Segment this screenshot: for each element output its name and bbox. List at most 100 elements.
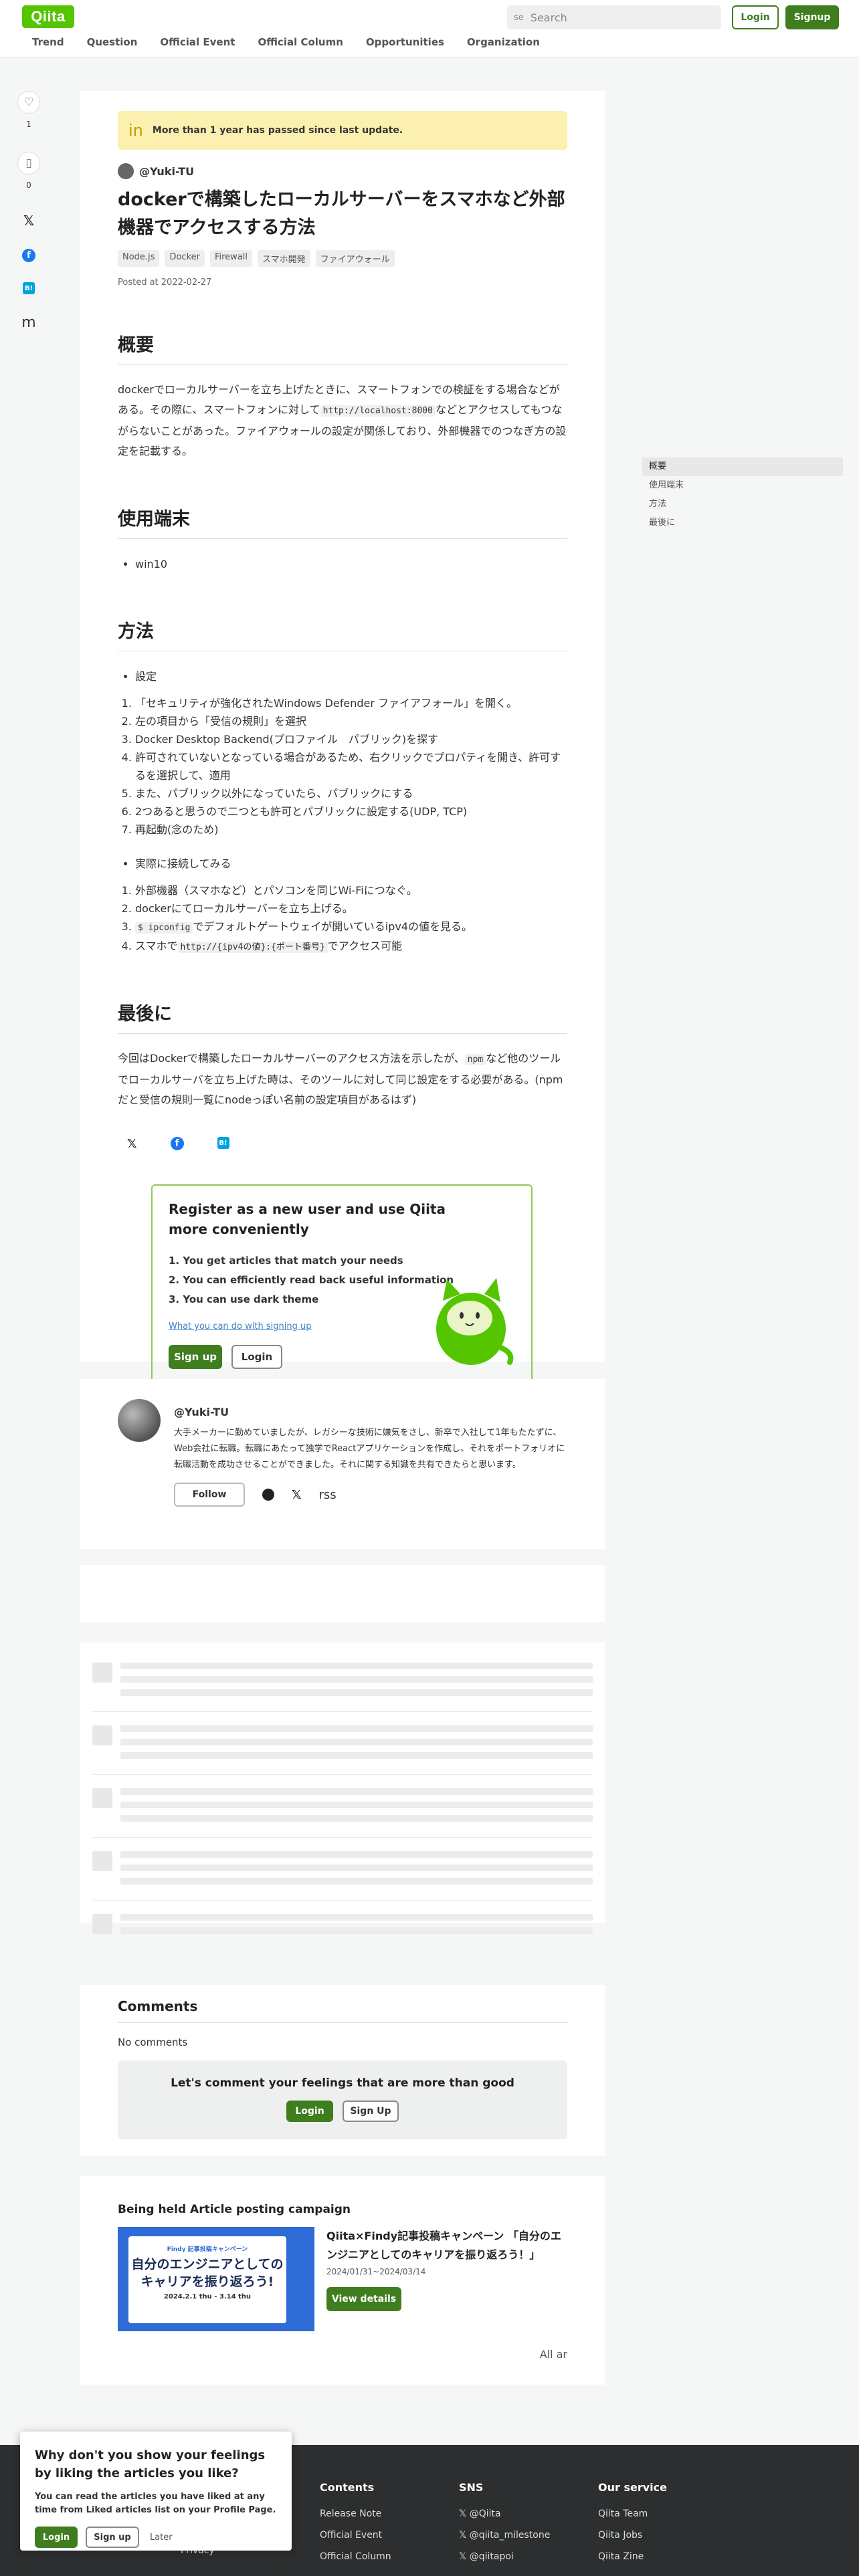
x-share-icon[interactable]: 𝕏 bbox=[127, 1137, 137, 1151]
steps-list: 外部機器（スマホなど）とパソコンを同じWi-Fiにつなぐ。 dockerにてロー… bbox=[118, 881, 567, 956]
footer-link[interactable]: 𝕏 @Qiita bbox=[459, 2503, 550, 2525]
footer-link[interactable]: 𝕏 @qiitapoi bbox=[459, 2546, 550, 2567]
hatena-share-icon[interactable]: B! bbox=[23, 282, 35, 294]
login-button[interactable]: Login bbox=[286, 2101, 333, 2122]
paragraph: 今回はDockerで構築したローカルサーバーのアクセス方法を示したが、 npm など… bbox=[118, 1052, 563, 1106]
x-share-icon[interactable]: 𝕏 bbox=[23, 213, 34, 229]
footer-heading: SNS bbox=[459, 2481, 484, 2494]
bullet-list: 実際に接続してみる bbox=[118, 855, 567, 873]
tag[interactable]: Firewall bbox=[209, 250, 253, 267]
follow-button[interactable]: Follow bbox=[174, 1483, 245, 1507]
list-item: Docker Desktop Backend(プロファイル パブリック)を探す bbox=[135, 730, 567, 748]
nav-opportunities[interactable]: Opportunities bbox=[366, 36, 444, 48]
list-item: 左の項目から「受信の規則」を選択 bbox=[135, 712, 567, 730]
footer-link[interactable]: Qiita Jobs bbox=[598, 2525, 667, 2546]
author-name[interactable]: @Yuki-TU bbox=[139, 165, 194, 178]
skeleton-row bbox=[92, 1851, 593, 1901]
login-button[interactable]: Login bbox=[732, 5, 779, 29]
search-placeholder: Search bbox=[530, 11, 567, 24]
steps-list: 「セキュリティが強化されたWindows Defender ファイアフォール」を… bbox=[118, 694, 567, 839]
hatena-share-icon[interactable]: B! bbox=[217, 1137, 229, 1149]
footer-link[interactable]: Qiita Team bbox=[598, 2503, 667, 2525]
list-item: 2つあると思うので二つとも許可とパブリックに設定する(UDP, TCP) bbox=[135, 802, 567, 821]
heart-icon: ♡ bbox=[23, 96, 34, 109]
list-item: 外部機器（スマホなど）とパソコンを同じWi-Fiにつなぐ。 bbox=[135, 881, 567, 899]
comments-section: Comments No comments Let's comment your … bbox=[80, 1985, 605, 2156]
skeleton-row bbox=[92, 1725, 593, 1775]
x-icon[interactable]: 𝕏 bbox=[292, 1488, 302, 1502]
tag[interactable]: Node.js bbox=[118, 250, 160, 267]
list-item: また、パブリック以外になっていたら、パブリックにする bbox=[135, 784, 567, 802]
section-heading: 方法 bbox=[118, 617, 567, 651]
later-button[interactable]: Later bbox=[150, 2533, 173, 2543]
avatar[interactable] bbox=[118, 1399, 161, 1442]
footer-link[interactable]: Official Column bbox=[320, 2546, 391, 2567]
tag[interactable]: スマホ開発 bbox=[258, 250, 310, 267]
campaign-title[interactable]: Qiita×Findy記事投稿キャンペーン 「自分のエンジニアとしてのキャリアを… bbox=[326, 2227, 567, 2264]
comments-title: Comments bbox=[118, 1998, 567, 2023]
signup-button[interactable]: Sign up bbox=[86, 2527, 139, 2548]
profile-name[interactable]: @Yuki-TU bbox=[174, 1406, 569, 1418]
list-item: 許可されていないとなっている場合があるため、右クリックでプロパティを開き、許可す… bbox=[135, 748, 567, 784]
popup-body: You can read the articles you have liked… bbox=[35, 2492, 276, 2515]
article: in More than 1 year has passed since las… bbox=[80, 91, 605, 1385]
tag[interactable]: Docker bbox=[165, 250, 205, 267]
comment-prompt-text: Let's comment your feelings that are mor… bbox=[171, 2076, 514, 2090]
toc-item[interactable]: 最後に bbox=[642, 514, 843, 532]
search-icon: se bbox=[514, 12, 524, 23]
tag[interactable]: ファイアウォール bbox=[315, 250, 395, 267]
footer-link[interactable]: Release Note bbox=[320, 2503, 391, 2525]
outdated-notice: in More than 1 year has passed since las… bbox=[118, 111, 567, 150]
list-item: スマホでhttp://{ipv4の値}:{ポート番号}でアクセス可能 bbox=[135, 937, 567, 956]
login-button[interactable]: Login bbox=[35, 2527, 78, 2548]
avatar bbox=[118, 163, 134, 179]
markdown-icon[interactable]: m bbox=[21, 314, 35, 331]
footer-heading: Our service bbox=[598, 2481, 667, 2494]
search-input[interactable]: se Search bbox=[507, 5, 721, 29]
toc-item[interactable]: 概要 bbox=[642, 457, 843, 476]
facebook-share-icon[interactable]: f bbox=[170, 1137, 184, 1150]
signup-button[interactable]: Signup bbox=[785, 5, 839, 29]
signup-button[interactable]: Sign Up bbox=[343, 2101, 399, 2122]
list-item: win10 bbox=[135, 555, 567, 574]
toc-item[interactable]: 方法 bbox=[642, 495, 843, 514]
qiita-logo[interactable]: Qiita bbox=[22, 5, 74, 28]
register-prompt: Register as a new user and use Qiita mor… bbox=[151, 1184, 533, 1385]
campaign-heading: Being held Article posting campaign bbox=[118, 2203, 351, 2216]
facebook-share-icon[interactable]: f bbox=[22, 249, 35, 262]
rss-icon[interactable]: rss bbox=[319, 1488, 337, 1502]
list-item: dockerにてローカルサーバーを立ち上げる。 bbox=[135, 899, 567, 918]
nav-trend[interactable]: Trend bbox=[32, 36, 64, 48]
nav-official-column[interactable]: Official Column bbox=[258, 36, 343, 48]
section-heading: 使用端末 bbox=[118, 504, 567, 539]
all-articles-link[interactable]: All ar bbox=[540, 2348, 567, 2361]
register-title: Register as a new user and use Qiita mor… bbox=[169, 1201, 446, 1237]
campaign-banner[interactable]: Findy 記事投稿キャンペーン 自分のエンジニアとしてのキャリアを振り返ろう!… bbox=[118, 2227, 314, 2331]
footer-link[interactable]: 𝕏 @qiita_milestone bbox=[459, 2525, 550, 2546]
x-icon: 𝕏 bbox=[459, 2551, 470, 2562]
footer-heading: Contents bbox=[320, 2481, 375, 2494]
nav-official-event[interactable]: Official Event bbox=[160, 36, 235, 48]
info-icon: in bbox=[128, 121, 143, 140]
x-icon: 𝕏 bbox=[459, 2508, 470, 2519]
footer-link[interactable]: Official Event bbox=[320, 2525, 391, 2546]
signup-button[interactable]: Sign up bbox=[169, 1345, 222, 1369]
footer-link[interactable]: Qiita Zine bbox=[598, 2546, 667, 2567]
article-title: dockerで構築したローカルサーバーをスマホなど外部機器でアクセスする方法 bbox=[118, 189, 565, 238]
nav-question[interactable]: Question bbox=[87, 36, 138, 48]
section-heading: 概要 bbox=[118, 330, 567, 365]
list-item: 再起動(念のため) bbox=[135, 821, 567, 839]
login-button[interactable]: Login bbox=[231, 1345, 282, 1369]
view-details-button[interactable]: View details bbox=[326, 2287, 401, 2311]
paragraph: dockerでローカルサーバーを立ち上げたときに、スマートフォンでの検証をする場… bbox=[118, 383, 567, 457]
tag-list: Node.js Docker Firewall スマホ開発 ファイアウォール bbox=[118, 250, 567, 267]
stock-button[interactable]: ▯ bbox=[17, 152, 40, 175]
github-icon[interactable] bbox=[262, 1489, 274, 1501]
list-item: 1. You get articles that match your need… bbox=[169, 1255, 403, 1267]
author[interactable]: @Yuki-TU bbox=[118, 163, 567, 179]
like-button[interactable]: ♡ bbox=[17, 91, 40, 114]
list-item: 「セキュリティが強化されたWindows Defender ファイアフォール」を… bbox=[135, 694, 567, 712]
nav-organization[interactable]: Organization bbox=[467, 36, 540, 48]
toc-item[interactable]: 使用端末 bbox=[642, 476, 843, 495]
banner-subtitle: Findy 記事投稿キャンペーン bbox=[167, 2246, 248, 2253]
